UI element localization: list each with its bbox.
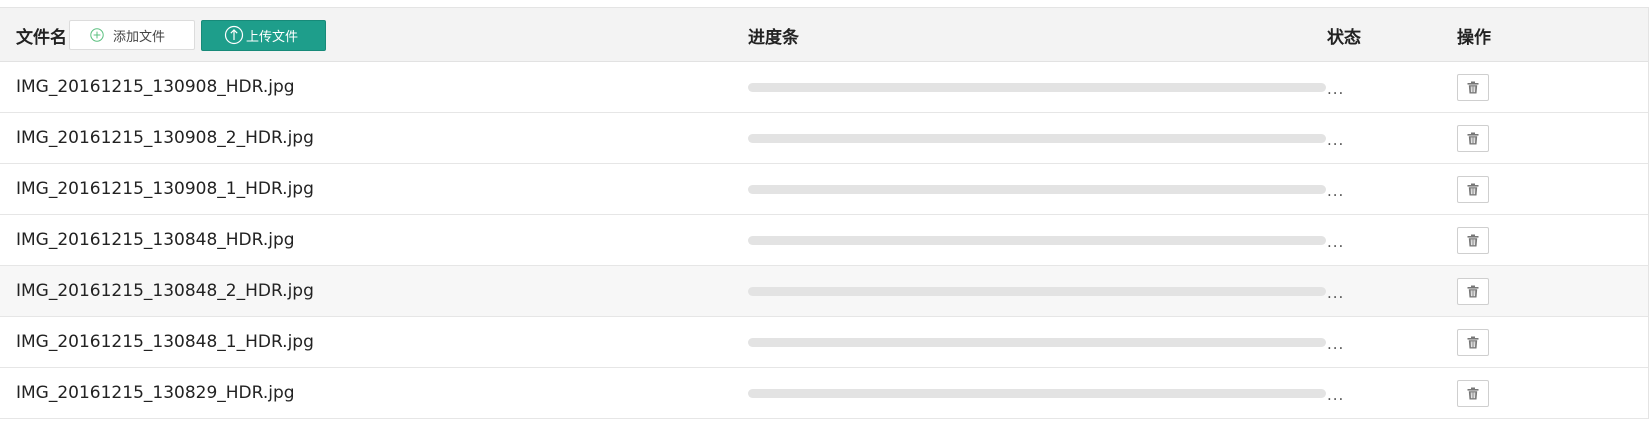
delete-button[interactable] bbox=[1457, 175, 1489, 203]
upload-file-button[interactable]: 上传文件 bbox=[201, 19, 326, 51]
progress-cell bbox=[748, 184, 1400, 194]
table-header: 文件名 添加文件 上传文件 进度条 状态 操作 bbox=[0, 8, 1648, 62]
upload-circle-icon bbox=[224, 25, 244, 45]
progress-bar bbox=[748, 388, 1326, 398]
operation-cell bbox=[1457, 124, 1649, 152]
progress-cell bbox=[748, 82, 1400, 92]
table-row: IMG_20161215_130848_1_HDR.jpg... bbox=[0, 317, 1648, 368]
upload-file-label: 上传文件 bbox=[246, 29, 299, 45]
file-name: IMG_20161215_130908_2_HDR.jpg bbox=[16, 128, 314, 148]
file-upload-table: 文件名 添加文件 上传文件 进度条 状态 操作 IMG_20161215_130… bbox=[0, 7, 1649, 419]
table-row: IMG_20161215_130829_HDR.jpg... bbox=[0, 368, 1648, 419]
progress-bar bbox=[748, 184, 1326, 194]
operation-cell bbox=[1457, 73, 1649, 101]
operation-cell bbox=[1457, 175, 1649, 203]
trash-icon bbox=[1467, 285, 1479, 298]
table-row: IMG_20161215_130908_HDR.jpg... bbox=[0, 62, 1648, 113]
filename-header-cell: 文件名 添加文件 上传文件 bbox=[0, 8, 790, 62]
progress-bar bbox=[748, 286, 1326, 296]
status-text: ... bbox=[1327, 335, 1345, 353]
status-text: ... bbox=[1327, 386, 1345, 404]
trash-icon bbox=[1467, 183, 1479, 196]
add-file-button[interactable]: 添加文件 bbox=[69, 20, 195, 50]
trash-icon bbox=[1467, 387, 1479, 400]
delete-button[interactable] bbox=[1457, 277, 1489, 305]
trash-icon bbox=[1467, 81, 1479, 94]
progress-bar bbox=[748, 337, 1326, 347]
delete-button[interactable] bbox=[1457, 226, 1489, 254]
progress-bar bbox=[748, 235, 1326, 245]
file-name: IMG_20161215_130848_HDR.jpg bbox=[16, 230, 295, 250]
progress-column-header: 进度条 bbox=[748, 27, 799, 48]
file-name: IMG_20161215_130908_1_HDR.jpg bbox=[16, 179, 314, 199]
status-text: ... bbox=[1327, 80, 1345, 98]
file-name: IMG_20161215_130848_2_HDR.jpg bbox=[16, 281, 314, 301]
status-text: ... bbox=[1327, 284, 1345, 302]
progress-bar bbox=[748, 133, 1326, 143]
status-text: ... bbox=[1327, 233, 1345, 251]
table-row: IMG_20161215_130848_HDR.jpg... bbox=[0, 215, 1648, 266]
progress-cell bbox=[748, 286, 1400, 296]
status-text: ... bbox=[1327, 182, 1345, 200]
delete-button[interactable] bbox=[1457, 379, 1489, 407]
add-file-label: 添加文件 bbox=[113, 29, 166, 45]
table-row: IMG_20161215_130908_2_HDR.jpg... bbox=[0, 113, 1648, 164]
progress-cell bbox=[748, 388, 1400, 398]
trash-icon bbox=[1467, 336, 1479, 349]
table-row: IMG_20161215_130908_1_HDR.jpg... bbox=[0, 164, 1648, 215]
filename-column-header: 文件名 bbox=[16, 27, 67, 48]
operation-cell bbox=[1457, 328, 1649, 356]
file-list: IMG_20161215_130908_HDR.jpg... IMG_201612… bbox=[0, 62, 1648, 419]
delete-button[interactable] bbox=[1457, 328, 1489, 356]
operation-cell bbox=[1457, 379, 1649, 407]
delete-button[interactable] bbox=[1457, 124, 1489, 152]
file-name: IMG_20161215_130829_HDR.jpg bbox=[16, 383, 295, 403]
progress-cell bbox=[748, 235, 1400, 245]
operation-cell bbox=[1457, 277, 1649, 305]
trash-icon bbox=[1467, 234, 1479, 247]
file-name: IMG_20161215_130848_1_HDR.jpg bbox=[16, 332, 314, 352]
delete-button[interactable] bbox=[1457, 73, 1489, 101]
trash-icon bbox=[1467, 132, 1479, 145]
progress-cell bbox=[748, 337, 1400, 347]
file-name: IMG_20161215_130908_HDR.jpg bbox=[16, 77, 295, 97]
progress-bar bbox=[748, 82, 1326, 92]
progress-cell bbox=[748, 133, 1400, 143]
table-row: IMG_20161215_130848_2_HDR.jpg... bbox=[0, 266, 1648, 317]
plus-circle-icon bbox=[90, 28, 104, 42]
status-text: ... bbox=[1327, 131, 1345, 149]
operation-column-header: 操作 bbox=[1457, 27, 1491, 48]
operation-cell bbox=[1457, 226, 1649, 254]
